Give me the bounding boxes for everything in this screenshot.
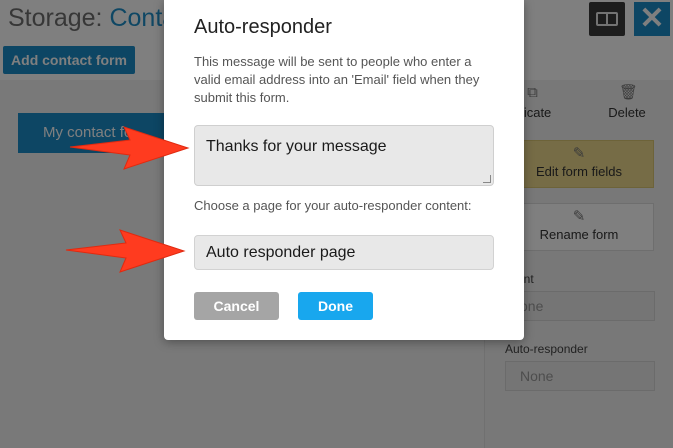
message-textarea[interactable]: Thanks for your message <box>194 125 494 186</box>
auto-responder-page-select[interactable]: Auto responder page <box>194 235 494 270</box>
arrow-icon <box>69 126 190 170</box>
dialog-title: Auto-responder <box>194 16 332 38</box>
auto-responder-dialog: Auto-responder This message will be sent… <box>164 0 524 340</box>
page-prompt-label: Choose a page for your auto-responder co… <box>194 198 472 213</box>
resize-handle-icon[interactable] <box>483 175 491 183</box>
done-button[interactable]: Done <box>298 292 373 320</box>
dialog-description: This message will be sent to people who … <box>194 54 480 105</box>
cancel-button[interactable]: Cancel <box>194 292 279 320</box>
message-text: Thanks for your message <box>206 138 387 155</box>
arrow-icon <box>65 229 186 273</box>
